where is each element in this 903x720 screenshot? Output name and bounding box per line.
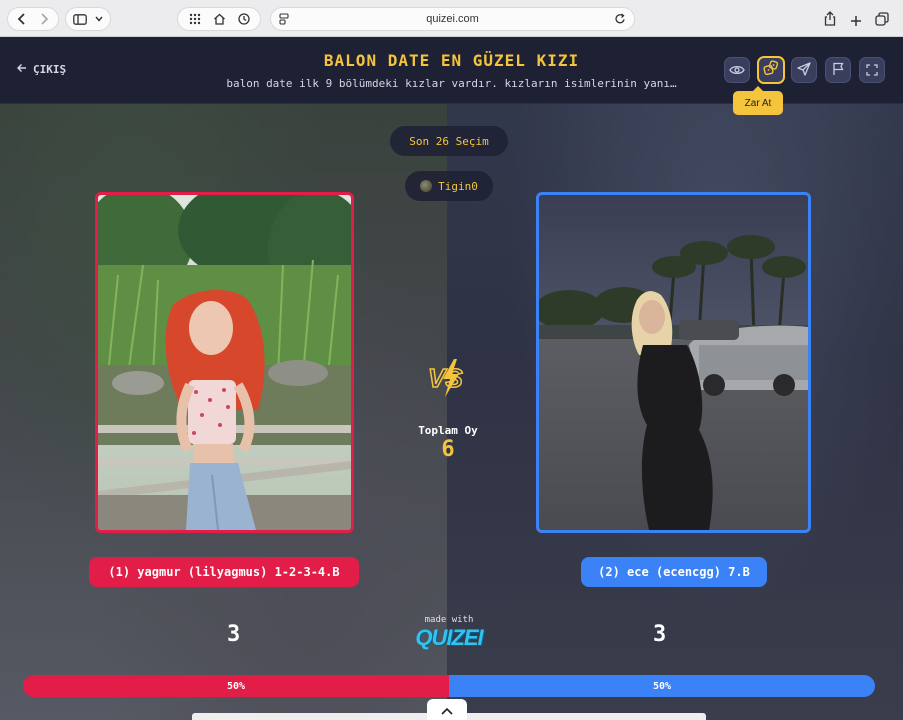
history-icon[interactable] [237, 13, 250, 25]
dice-icon [763, 60, 779, 80]
contestant-card-right[interactable] [536, 192, 811, 533]
total-votes-label: Toplam Oy [418, 424, 478, 437]
sidebar-icon [73, 13, 87, 25]
home-icon[interactable] [213, 13, 226, 25]
avatar [420, 180, 433, 192]
chevron-down-icon [95, 16, 103, 22]
url-text: quizei.com [426, 13, 479, 25]
new-tab-icon[interactable] [850, 12, 862, 31]
fullscreen-button[interactable] [859, 57, 885, 83]
reload-icon[interactable] [615, 13, 626, 25]
report-button[interactable] [825, 57, 851, 83]
sidebar-button[interactable] [65, 7, 111, 31]
contestant-photo-left [98, 195, 351, 530]
quiz-app: ÇIKIŞ BALON DATE EN GÜZEL KIZI balon dat… [0, 37, 903, 720]
dice-tooltip: Zar At [733, 86, 783, 115]
vote-percent-left: 50% [226, 680, 246, 692]
address-bar[interactable]: quizei.com [270, 7, 635, 31]
share-quiz-button[interactable] [791, 57, 817, 83]
contestant-card-left[interactable] [95, 192, 354, 533]
chevron-up-icon [441, 700, 453, 719]
share-icon[interactable] [824, 11, 836, 30]
recent-choices-label: Son 26 Seçim [409, 134, 489, 148]
contestant-name-right[interactable]: (2) ece (ecencgg) 7.B [581, 557, 767, 587]
browser-toolbar: quizei.com [0, 0, 903, 37]
page-settings-icon[interactable] [279, 13, 289, 25]
recent-choices-chip: Son 26 Seçim [390, 126, 508, 156]
total-votes-value: 6 [441, 437, 455, 462]
eye-icon [729, 61, 745, 80]
fullscreen-icon [866, 61, 878, 80]
vote-percent-right: 50% [652, 680, 672, 692]
contestant-photo-right [539, 195, 808, 530]
vote-count-right: 3 [653, 622, 667, 647]
made-with-label: made with [424, 615, 474, 625]
tab-overview-icon[interactable] [875, 11, 889, 30]
contestant-name-left[interactable]: (1) yagmur (lilyagmus) 1-2-3-4.B [89, 557, 359, 587]
forward-icon[interactable] [39, 13, 49, 25]
quizei-logo: QUIZEI [415, 625, 483, 650]
grid-icon[interactable] [189, 13, 201, 25]
vs-icon: VS [426, 355, 472, 401]
roll-dice-button[interactable] [757, 56, 785, 84]
made-with-badge[interactable]: made with QUIZEI [412, 615, 486, 651]
expand-tab[interactable] [427, 699, 467, 720]
start-controls [177, 7, 261, 31]
user-chip[interactable]: Tigin0 [405, 171, 493, 201]
vote-count-left: 3 [227, 622, 241, 647]
flag-icon [832, 61, 844, 80]
vote-progress-bar: 50% 50% [23, 675, 875, 697]
history-nav [7, 7, 59, 31]
vote-bar-right: 50% [449, 675, 875, 697]
back-icon[interactable] [17, 13, 27, 25]
view-toggle-button[interactable] [724, 57, 750, 83]
vote-bar-left: 50% [23, 675, 449, 697]
send-icon [797, 61, 811, 80]
user-name: Tigin0 [438, 179, 478, 193]
